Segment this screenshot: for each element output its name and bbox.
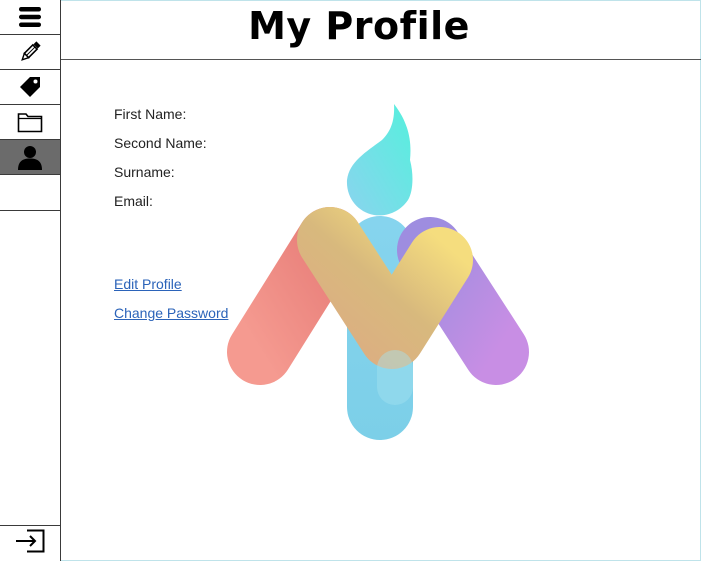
menu-icon — [18, 6, 42, 28]
sidebar-item-edit[interactable] — [0, 35, 60, 70]
app-logo — [222, 100, 538, 445]
first-name-label: First Name: — [114, 106, 187, 122]
page-title: My Profile — [248, 4, 470, 48]
pencil-icon — [18, 40, 42, 64]
sidebar-item-folder[interactable] — [0, 105, 60, 140]
change-password-link[interactable]: Change Password — [114, 305, 228, 321]
logout-icon — [15, 529, 45, 558]
email-label: Email: — [114, 193, 153, 209]
logout-button[interactable] — [0, 525, 60, 561]
sidebar-empty-slot — [0, 175, 60, 211]
surname-label: Surname: — [114, 164, 175, 180]
sidebar-item-tags[interactable] — [0, 70, 60, 105]
folder-icon — [17, 111, 43, 133]
sidebar-item-menu[interactable] — [0, 0, 60, 35]
second-name-label: Second Name: — [114, 135, 207, 151]
sidebar — [0, 0, 61, 561]
edit-profile-link[interactable]: Edit Profile — [114, 276, 182, 292]
page-header: My Profile — [61, 0, 701, 60]
sidebar-item-profile[interactable] — [0, 140, 60, 175]
user-icon — [17, 144, 43, 170]
tag-icon — [19, 76, 41, 98]
